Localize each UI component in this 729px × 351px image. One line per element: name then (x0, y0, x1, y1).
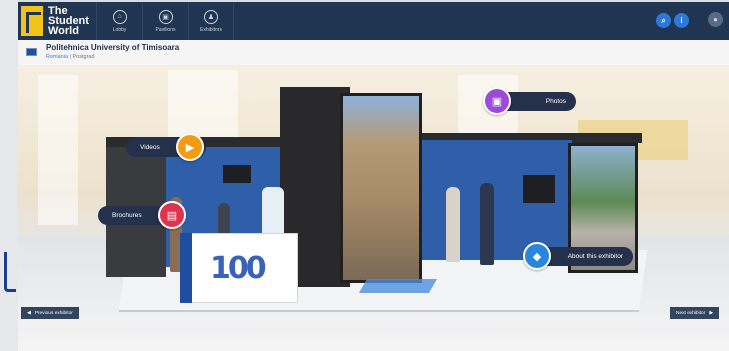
tab-lobby[interactable]: ⌂ Lobby (96, 2, 142, 40)
brand-logo-icon (21, 6, 43, 36)
exhibitor-header: Politehnica University of Timisoara Roma… (18, 40, 729, 65)
graduation-cap-icon[interactable]: ◆ (523, 242, 551, 270)
pavilion-icon: ▣ (158, 9, 173, 24)
exhibitor-location: Romania | Postgrad (46, 54, 95, 60)
tab-pavilions[interactable]: ▣ Pavilions (142, 2, 188, 40)
user-avatar-icon[interactable]: ● (708, 12, 723, 27)
university-building-photo (340, 93, 422, 283)
study-level: Postgrad (72, 54, 95, 60)
left-margin (0, 0, 18, 351)
decorative-bracket (4, 252, 16, 292)
hall-window (38, 75, 78, 225)
photos-icon[interactable]: ▣ (483, 87, 511, 115)
booth-scene: 100 Photos ▣ Videos ▶ Brochures ▤ About … (18, 65, 729, 351)
brand-name: The Student World (48, 5, 89, 37)
tab-exhibitors[interactable]: ♟ Exhibitors (188, 2, 234, 40)
about-exhibitor-hotspot[interactable]: About this exhibitor (538, 247, 633, 266)
app-frame: The Student World ⌂ Lobby ▣ Pavilions ♟ … (0, 0, 729, 351)
info-icon[interactable]: i (674, 13, 689, 28)
booth-floor-accent (358, 279, 438, 293)
top-navigation-bar: The Student World ⌂ Lobby ▣ Pavilions ♟ … (18, 2, 729, 40)
booth-screen (223, 165, 251, 183)
reception-desk-side (180, 233, 192, 303)
exhibitor-icon: ♟ (204, 9, 218, 24)
booth-visitor (446, 187, 460, 262)
arrow-left-icon: ◀ (27, 310, 31, 316)
booth-staff (262, 187, 284, 235)
country-flag-icon (26, 48, 37, 56)
arrow-right-icon: ▶ (709, 310, 714, 316)
booth-screen-right (523, 175, 555, 203)
previous-exhibitor-button[interactable]: ◀ Previous exhibitor (21, 307, 79, 319)
search-icon[interactable]: ⌕ (656, 13, 671, 28)
anniversary-logo: 100 (210, 251, 267, 286)
next-exhibitor-button[interactable]: Next exhibitor ▶ (670, 307, 720, 319)
home-icon: ⌂ (112, 9, 127, 24)
booth-visitor (480, 183, 494, 265)
country-link[interactable]: Romania (46, 54, 68, 60)
video-play-icon[interactable]: ▶ (176, 133, 204, 161)
exhibitor-name: Politehnica University of Timisoara (46, 43, 180, 52)
brand-logo[interactable]: The Student World (18, 2, 93, 40)
brochure-icon[interactable]: ▤ (158, 201, 186, 229)
